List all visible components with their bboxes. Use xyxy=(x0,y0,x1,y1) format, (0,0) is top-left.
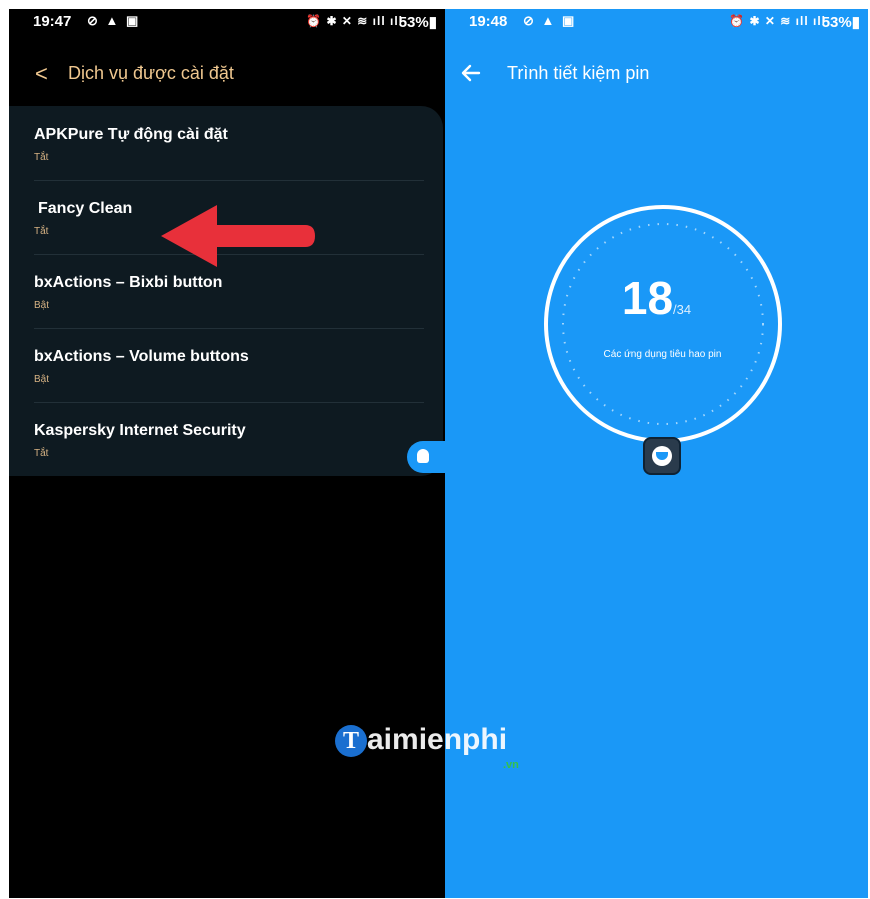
service-status: Tắt xyxy=(34,226,49,237)
status-time: 19:48 xyxy=(469,13,508,30)
status-icons-right: ⏰ ✱ ✕ ≋ ıll ıll xyxy=(306,14,403,28)
service-name: bxActions – Volume buttons xyxy=(34,348,249,365)
watermark: T aimienphi .vn xyxy=(335,721,535,781)
status-icons-left: ⊘ ▲ ▣ xyxy=(523,13,577,28)
status-bar: 19:47 ⊘ ▲ ▣ ⏰ ✱ ✕ ≋ ıll ıll 53%▮ xyxy=(9,9,445,35)
chevron-left-icon[interactable]: < xyxy=(35,61,48,87)
screenshot-frame: 19:47 ⊘ ▲ ▣ ⏰ ✱ ✕ ≋ ıll ıll 53%▮ < Dịch … xyxy=(9,9,868,898)
watermark-text: aimienphi xyxy=(367,723,508,756)
page-header: < Dịch vụ được cài đặt xyxy=(9,49,445,99)
status-icons-left: ⊘ ▲ ▣ xyxy=(87,13,141,28)
status-time: 19:47 xyxy=(33,13,72,30)
arrow-left-icon[interactable] xyxy=(459,61,483,85)
drain-apps-count: 18 xyxy=(621,272,674,324)
service-status: Bật xyxy=(34,300,50,311)
edge-panel-handle[interactable] xyxy=(407,441,445,473)
watermark-suffix: .vn xyxy=(503,759,519,771)
service-name: APKPure Tự động cài đặt xyxy=(34,126,228,143)
status-icons-right: ⏰ ✱ ✕ ≋ ıll ıll xyxy=(729,14,826,28)
service-item-kaspersky[interactable]: Kaspersky Internet Security Tắt xyxy=(9,402,423,476)
service-status: Tắt xyxy=(34,448,49,459)
page-title: Trình tiết kiệm pin xyxy=(507,63,650,83)
battery-indicator: 53%▮ xyxy=(821,14,860,31)
page-title: Dịch vụ được cài đặt xyxy=(68,63,234,83)
app-icon[interactable] xyxy=(643,437,681,475)
service-item-apkpure[interactable]: APKPure Tự động cài đặt Tắt xyxy=(9,106,423,180)
service-name: Kaspersky Internet Security xyxy=(34,422,246,439)
lightbulb-icon xyxy=(417,449,429,463)
service-item-bxactions-volume[interactable]: bxActions – Volume buttons Bật xyxy=(9,328,423,402)
service-status: Tắt xyxy=(34,152,49,163)
gauge-label: Các ứng dụng tiêu hao pin xyxy=(603,349,722,360)
service-name: bxActions – Bixbi button xyxy=(34,274,223,291)
total-apps-count: /34 xyxy=(673,302,692,317)
service-status: Bật xyxy=(34,374,50,385)
page-header: Trình tiết kiệm pin xyxy=(445,49,868,99)
service-name: Fancy Clean xyxy=(38,200,133,217)
watermark-logo: T xyxy=(335,725,367,757)
battery-indicator: 53%▮ xyxy=(398,14,437,31)
service-list: APKPure Tự động cài đặt Tắt Fancy Clean … xyxy=(9,106,443,476)
status-bar: 19:48 ⊘ ▲ ▣ ⏰ ✱ ✕ ≋ ıll ıll 53%▮ xyxy=(445,9,868,35)
red-arrow-annotation-icon xyxy=(161,205,315,267)
gauge-value: 18/34 xyxy=(445,271,868,325)
